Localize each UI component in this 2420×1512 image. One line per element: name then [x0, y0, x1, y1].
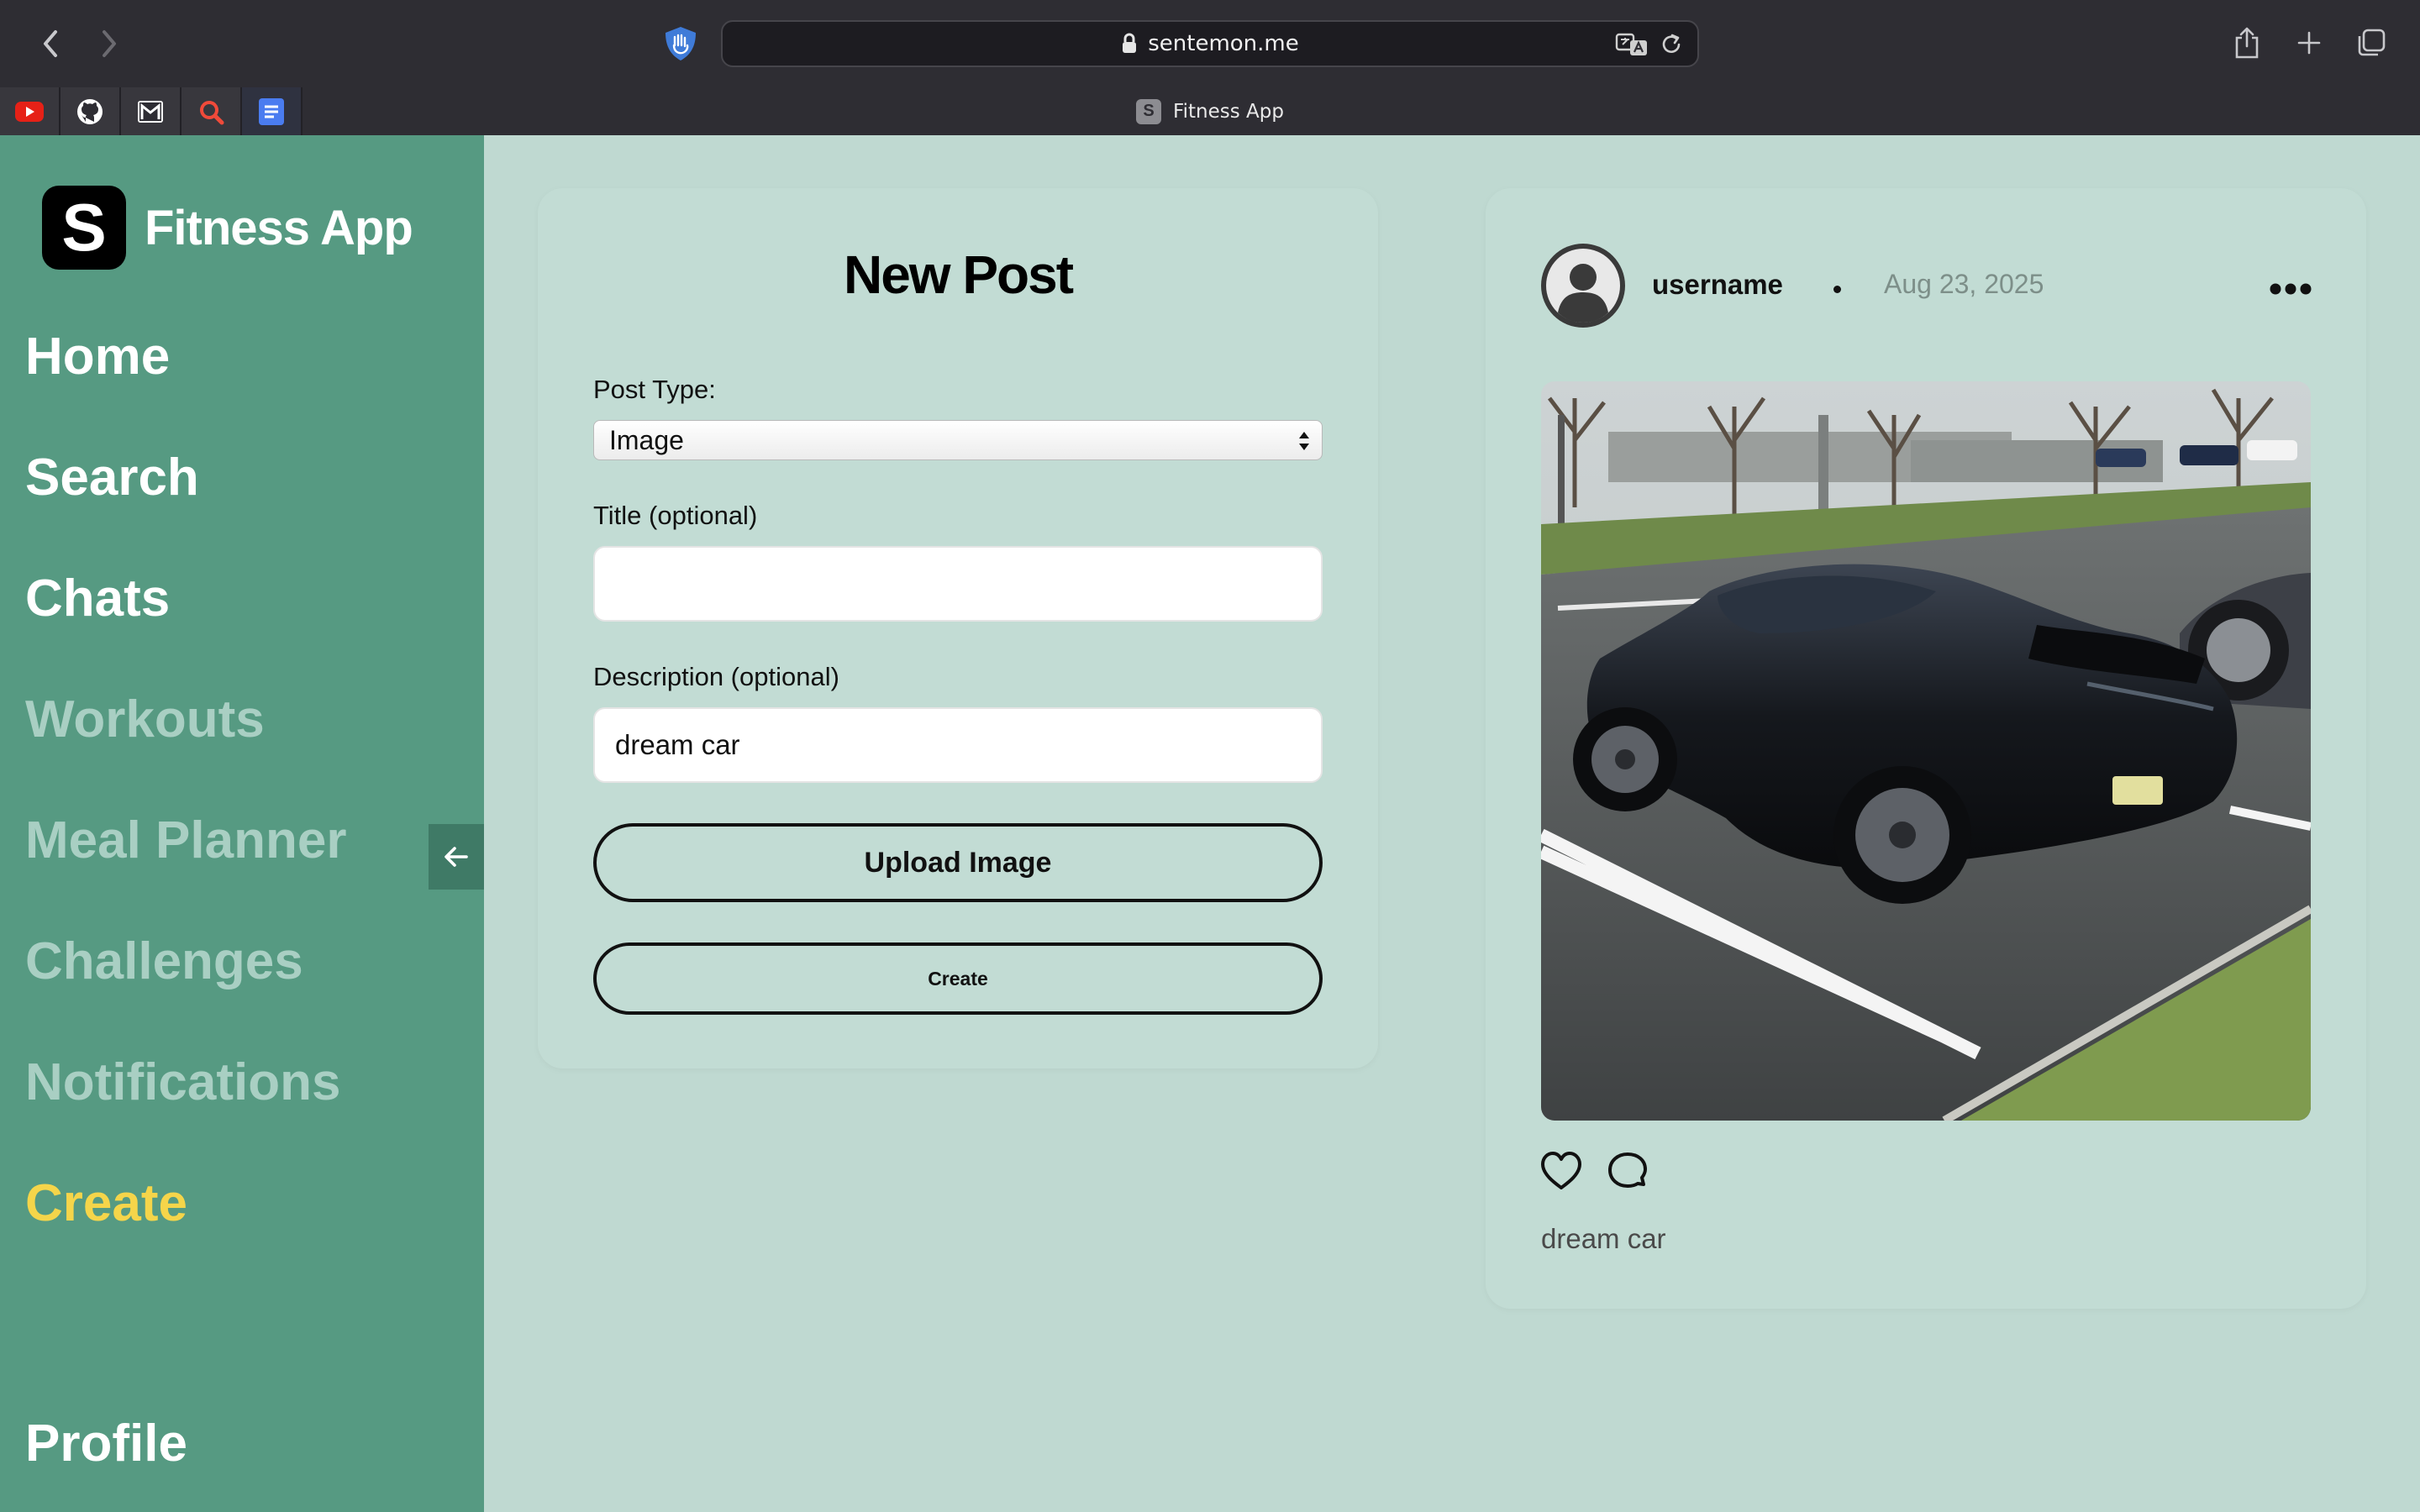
sidebar-item-notifications[interactable]: Notifications [25, 1053, 340, 1112]
tab-title: Fitness App [1173, 100, 1284, 123]
description-input[interactable]: dream car [593, 707, 1323, 783]
title-input[interactable] [593, 546, 1323, 622]
post-type-value: Image [609, 424, 684, 455]
address-bar[interactable]: sentemon.me [721, 20, 1699, 67]
page-title: New Post [843, 244, 1074, 305]
post-type-label: Post Type: [593, 375, 716, 404]
select-arrows-icon [1299, 432, 1309, 450]
title-label: Title (optional) [593, 501, 758, 530]
share-icon [2235, 27, 2259, 59]
sidebar-item-create[interactable]: Create [25, 1173, 187, 1233]
plus-icon [2297, 31, 2321, 55]
browser-chrome: sentemon.me S Fitness App [0, 0, 2420, 135]
chevron-left-icon [44, 30, 57, 57]
sidebar-item-chats[interactable]: Chats [25, 569, 170, 628]
tabs-icon [2358, 29, 2386, 56]
post-username[interactable]: username [1652, 269, 1783, 301]
collapse-sidebar-button[interactable] [429, 824, 484, 890]
translate-icon[interactable] [1615, 32, 1649, 57]
sidebar-item-home[interactable]: Home [25, 327, 170, 386]
new-post-card: New Post Post Type: Image Title (optiona… [538, 188, 1378, 1068]
post-preview-card: username Aug 23, 2025 dream car [1486, 188, 2366, 1309]
tab-favicon: S [1136, 98, 1162, 124]
sidebar: S Fitness App Home Search Chats Workouts… [0, 135, 484, 1512]
privacy-shield-icon[interactable] [662, 25, 699, 62]
share-button[interactable] [2228, 24, 2265, 62]
post-caption: dream car [1541, 1223, 1666, 1254]
sidebar-item-search[interactable]: Search [25, 448, 199, 507]
post-date: Aug 23, 2025 [1884, 269, 2044, 299]
brand[interactable]: S Fitness App [42, 186, 413, 270]
avatar[interactable] [1541, 244, 1625, 328]
sidebar-item-meal-planner[interactable]: Meal Planner [25, 811, 346, 870]
separator-dot [1833, 286, 1841, 293]
bookmarks-bar [0, 87, 302, 135]
app-name: Fitness App [145, 200, 413, 255]
arrow-left-icon [445, 847, 468, 867]
search-magnifier-icon [200, 100, 224, 124]
heart-icon[interactable] [1539, 1151, 1583, 1191]
app-logo: S [42, 186, 126, 270]
github-icon [77, 98, 103, 124]
lock-icon [1123, 33, 1137, 53]
bookmark-youtube[interactable] [0, 87, 60, 135]
active-tab[interactable]: S Fitness App [0, 87, 2420, 135]
back-button[interactable] [25, 25, 76, 62]
sidebar-item-challenges[interactable]: Challenges [25, 932, 303, 991]
sidebar-item-profile[interactable]: Profile [25, 1414, 187, 1473]
bookmark-docs[interactable] [242, 87, 302, 135]
youtube-icon [15, 101, 44, 122]
bookmark-github[interactable] [60, 87, 121, 135]
new-tab-button[interactable] [2291, 24, 2328, 62]
description-label: Description (optional) [593, 662, 839, 691]
reload-icon[interactable] [1659, 32, 1684, 57]
url-text: sentemon.me [1148, 31, 1299, 56]
more-options-icon[interactable] [2269, 279, 2312, 299]
post-image [1541, 381, 2311, 1121]
create-button[interactable]: Create [593, 942, 1323, 1015]
tab-overview-button[interactable] [2353, 24, 2390, 62]
forward-button[interactable] [84, 25, 134, 62]
post-type-select[interactable]: Image [593, 420, 1323, 460]
bookmark-search[interactable] [182, 87, 242, 135]
docs-icon [259, 97, 284, 125]
sidebar-item-workouts[interactable]: Workouts [25, 690, 265, 749]
chevron-right-icon [103, 30, 116, 57]
comment-icon[interactable] [1607, 1151, 1649, 1193]
gmail-icon [138, 100, 163, 123]
bookmark-gmail[interactable] [121, 87, 182, 135]
upload-image-button[interactable]: Upload Image [593, 823, 1323, 902]
